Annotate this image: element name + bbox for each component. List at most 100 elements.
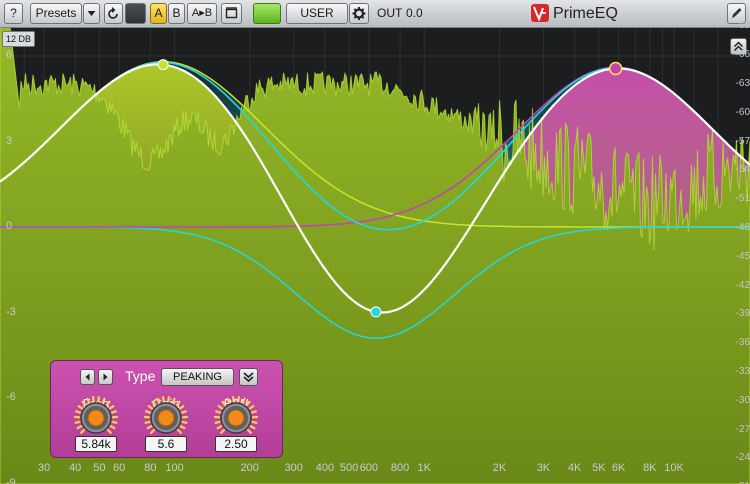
freq-value[interactable]: 5.84k — [75, 436, 117, 452]
knob-tick — [216, 425, 223, 430]
gain-tick-label: 0 — [6, 220, 13, 232]
knob-cap — [227, 409, 245, 427]
knob-tick — [251, 420, 258, 424]
gain-tick-label: 6 — [6, 49, 13, 61]
spectrum-tick-label: -48 — [735, 222, 750, 233]
knob-tick — [91, 396, 95, 403]
freq-knob[interactable] — [66, 393, 126, 441]
preset-name-display[interactable]: USER — [286, 3, 348, 24]
knob-tick — [150, 428, 156, 434]
spectrum-tick-label: -33 — [735, 366, 750, 377]
band-node[interactable] — [157, 59, 169, 71]
brand-logo-icon — [531, 4, 549, 22]
next-band-button[interactable] — [98, 369, 113, 385]
knob-tick — [220, 428, 226, 434]
freq-tick-label: 200 — [240, 462, 259, 474]
undo-icon — [108, 7, 118, 19]
chevron-left-icon — [85, 373, 90, 381]
spectrum-tick-label: -27 — [735, 423, 750, 435]
knob-tick — [231, 396, 235, 403]
spectrum-tick-label: -45 — [735, 250, 750, 262]
gain-tick-label: -9 — [6, 476, 16, 484]
product-name: PrimeEQ — [553, 5, 618, 22]
spectrum-tick-label: -57 — [735, 135, 750, 147]
spectrum-tick-label: -69 — [735, 20, 750, 32]
settings-button[interactable] — [349, 3, 369, 24]
gain-tick-label: -3 — [6, 305, 16, 318]
knob-tick — [249, 425, 256, 430]
knob-tick — [97, 396, 101, 403]
knob-tick — [74, 410, 81, 414]
bw-knob[interactable] — [206, 393, 266, 441]
spectrum-tick-label: -42 — [735, 279, 750, 291]
gain-tick-label: 3 — [6, 134, 13, 147]
knob-tick — [241, 397, 246, 404]
type-select[interactable]: PEAKING — [161, 368, 234, 386]
knob-tick — [105, 400, 111, 407]
spectrum-tick-label: -72 — [726, 0, 750, 3]
chevron-down-icon — [243, 372, 254, 383]
knob-tick — [178, 405, 185, 410]
knob-tick — [76, 425, 83, 430]
chevron-down-icon — [87, 11, 96, 16]
knob-tick — [111, 410, 118, 414]
knob-tick — [251, 410, 258, 414]
freq-tick-label: 10K — [664, 462, 684, 474]
knob-tick — [161, 396, 165, 403]
knob-tick — [175, 400, 181, 407]
gain-knob[interactable] — [136, 393, 196, 441]
spectrum-tick-label: -24 — [735, 452, 750, 464]
spectrum-tick-label: -66 — [735, 49, 750, 61]
knob-tick — [147, 405, 154, 410]
prev-band-button[interactable] — [80, 369, 95, 385]
knob-tick — [248, 405, 255, 410]
redo-button[interactable] — [125, 3, 146, 24]
knob-tick — [181, 420, 188, 424]
spectrum-tick-label: -51 — [735, 193, 750, 205]
freq-tick-label: 1K — [417, 462, 432, 474]
spectrum-tick-label: -63 — [735, 78, 750, 89]
knob-tick — [181, 410, 188, 414]
ab-a-button[interactable]: A — [150, 3, 167, 24]
knob-tick — [156, 397, 161, 404]
knob-tick — [151, 400, 157, 407]
freq-tick-label: 2K — [492, 462, 507, 474]
toolbar: ? Presets A B A▸B USER OUT 0.0 PrimeEQ — [0, 0, 750, 28]
knob-tick — [101, 397, 106, 404]
power-toggle[interactable] — [253, 3, 281, 24]
type-dropdown-button[interactable] — [239, 368, 258, 386]
knob-tick — [246, 428, 252, 434]
knob-tick — [226, 397, 231, 404]
knob-tick — [77, 405, 84, 410]
knob-tick — [109, 425, 116, 430]
knob-tick — [81, 400, 87, 407]
band-node[interactable] — [608, 61, 623, 76]
gain-value[interactable]: 5.6 — [145, 436, 187, 452]
chevron-right-icon — [103, 373, 108, 381]
band-node[interactable] — [370, 306, 382, 318]
freq-tick-label: 100 — [165, 462, 184, 474]
compare-button[interactable] — [221, 3, 242, 24]
gear-icon — [352, 7, 366, 20]
knob-tick — [217, 405, 224, 410]
knob-tick — [171, 397, 176, 404]
spectrum-tick-label: -39 — [735, 308, 750, 320]
ab-copy-button[interactable]: A▸B — [187, 3, 217, 24]
knob-tick — [146, 425, 153, 430]
knob-cap — [87, 409, 105, 427]
scale-badge[interactable]: 12 DB — [2, 31, 36, 47]
band-panel: Type PEAKING Freq 5.84k Gain 5.6 B/W 2.5… — [50, 360, 283, 458]
undo-button[interactable] — [104, 3, 123, 24]
ab-b-button[interactable]: B — [168, 3, 185, 24]
presets-button[interactable]: Presets — [30, 3, 82, 24]
knob-tick — [245, 400, 251, 407]
knob-tick — [80, 428, 86, 434]
knob-tick — [74, 420, 81, 424]
output-label: OUT — [377, 6, 403, 20]
help-button[interactable]: ? — [4, 3, 23, 24]
output-level[interactable]: 0.0 — [406, 3, 423, 24]
knob-tick — [176, 428, 182, 434]
bw-value[interactable]: 2.50 — [215, 436, 257, 452]
knob-tick — [144, 410, 151, 414]
presets-dropdown-button[interactable] — [83, 3, 100, 24]
